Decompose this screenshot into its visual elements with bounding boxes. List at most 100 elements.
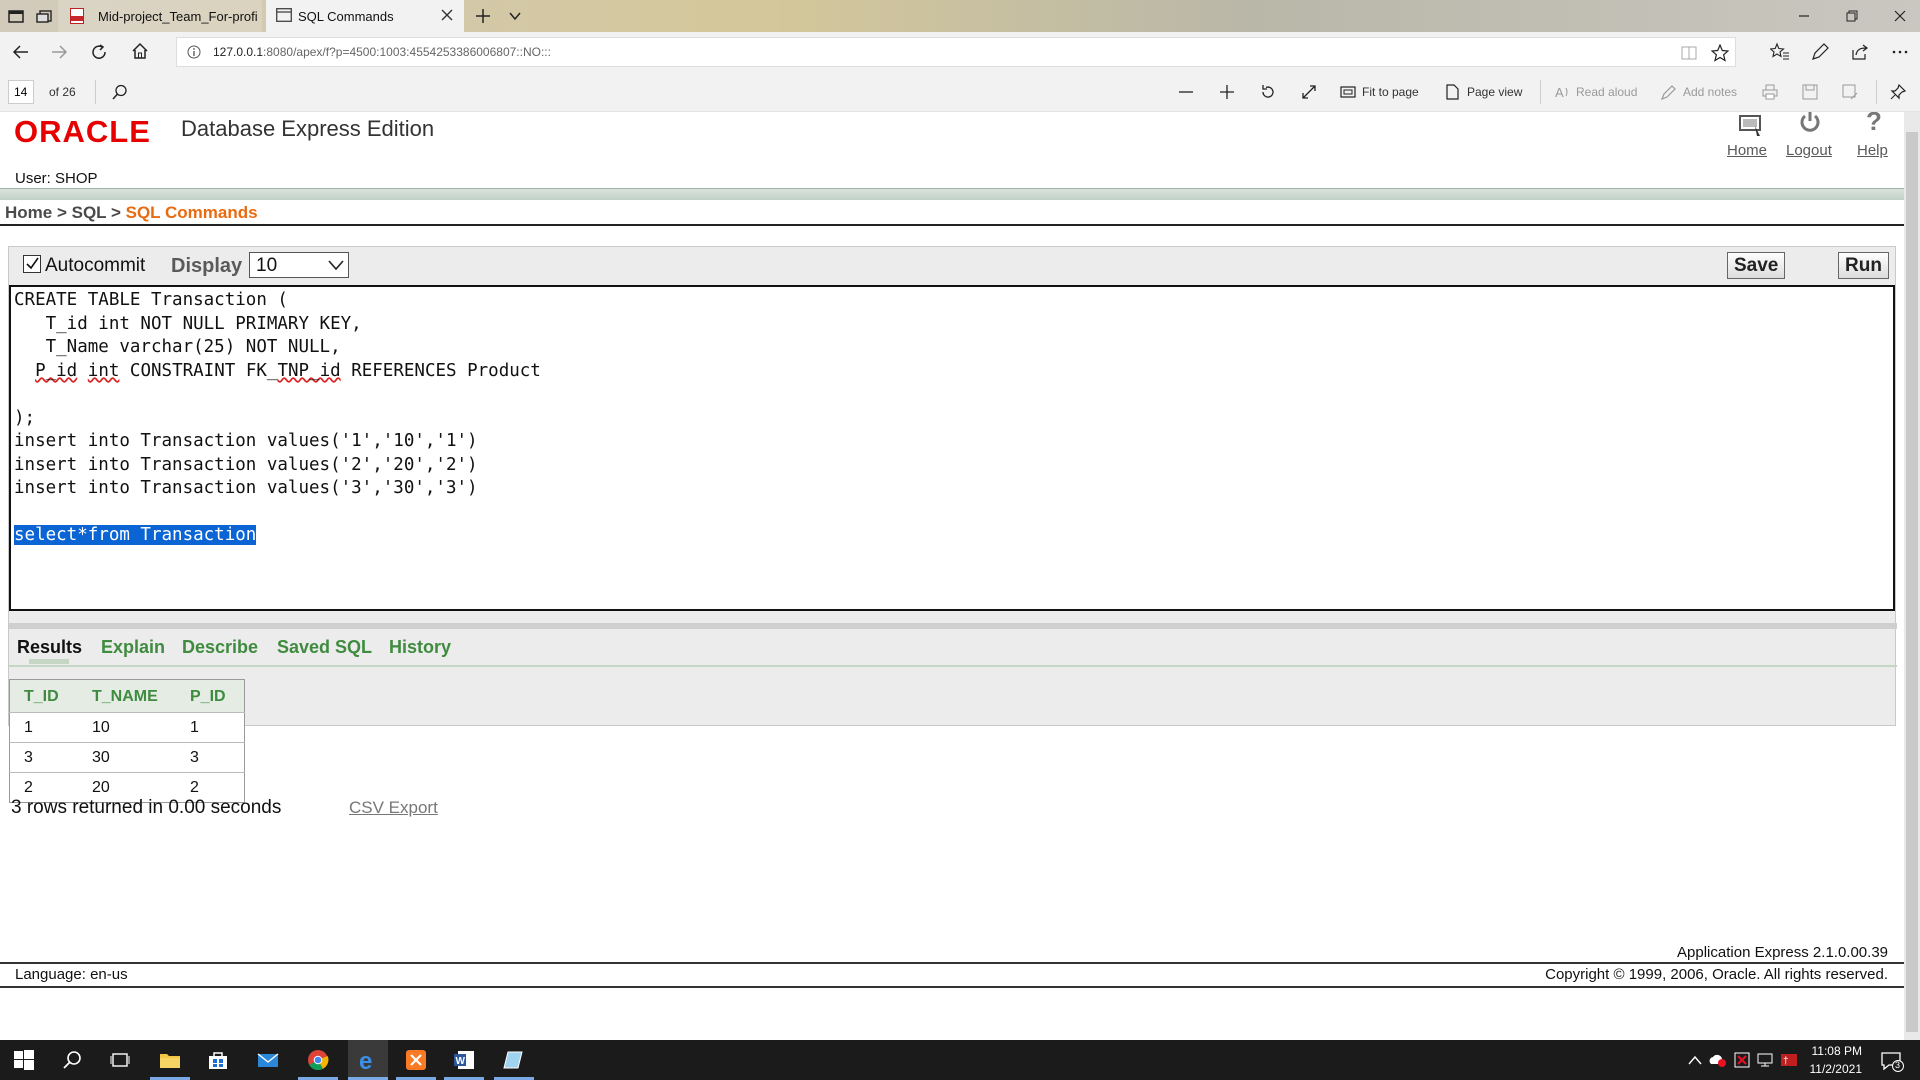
logout-power-icon[interactable] [1796, 112, 1824, 136]
breadcrumb-separator: > [52, 203, 72, 222]
chevron-up-icon[interactable] [1688, 1054, 1702, 1066]
restore-icon[interactable] [1842, 6, 1862, 26]
breadcrumb-separator: > [106, 203, 126, 222]
fit-to-page-icon[interactable] [1340, 84, 1356, 100]
notification-count: 3 [1895, 1060, 1901, 1070]
notification-center-icon[interactable]: 3 [1880, 1050, 1904, 1072]
svg-text:?: ? [1866, 112, 1882, 136]
language-label: Language: en-us [15, 966, 128, 983]
windows-start-icon[interactable] [12, 1048, 36, 1072]
word-icon[interactable]: W [452, 1048, 476, 1072]
page-number-input[interactable]: 14 [8, 80, 34, 104]
read-aloud-icon[interactable]: A [1554, 84, 1570, 100]
selected-text: select*from Transaction [14, 525, 257, 545]
new-tab-icon[interactable] [474, 7, 492, 25]
csv-export-link[interactable]: CSV Export [349, 798, 438, 818]
language-tray-icon[interactable]: † [1780, 1052, 1798, 1068]
task-view-icon[interactable] [108, 1048, 132, 1072]
svg-text:W: W [456, 1056, 466, 1067]
search-icon[interactable] [112, 84, 128, 100]
xampp-icon[interactable] [404, 1048, 428, 1072]
antivirus-icon[interactable] [1734, 1052, 1750, 1068]
tab-pdf-document[interactable]: Mid-project_Team_For-profi [58, 0, 262, 32]
run-button[interactable]: Run [1838, 252, 1889, 279]
scrollbar-thumb[interactable] [1906, 132, 1918, 1032]
tab-describe[interactable]: Describe [182, 637, 258, 658]
tab-list-chevron-icon[interactable] [508, 9, 522, 23]
logout-link[interactable]: Logout [1786, 142, 1832, 159]
save-as-icon[interactable] [1842, 84, 1858, 100]
page-view-button[interactable]: Page view [1467, 85, 1522, 99]
print-icon[interactable] [1762, 84, 1778, 100]
file-explorer-icon[interactable] [158, 1048, 182, 1072]
home-page-icon[interactable] [1735, 112, 1765, 138]
display-rows-select[interactable]: 10 [249, 252, 349, 278]
save-button[interactable]: Save [1727, 252, 1786, 279]
read-aloud-button[interactable]: Read aloud [1576, 85, 1637, 99]
share-icon[interactable] [1850, 42, 1870, 62]
add-notes-icon[interactable] [1660, 84, 1676, 100]
clock-time[interactable]: 11:08 PM [1812, 1044, 1862, 1058]
display-rows-value: 10 [256, 255, 278, 276]
tab-actions-icon[interactable] [8, 8, 24, 24]
tab-history[interactable]: History [389, 637, 451, 658]
home-icon[interactable] [131, 42, 149, 60]
minimize-icon[interactable] [1794, 6, 1814, 26]
table-cell: 3 [176, 742, 245, 773]
edge-icon[interactable]: e [356, 1048, 380, 1072]
network-icon[interactable] [1756, 1052, 1774, 1068]
page-view-icon[interactable] [1444, 84, 1460, 100]
rotate-icon[interactable] [1260, 84, 1276, 100]
active-tab-indicator [29, 659, 69, 664]
save-icon[interactable] [1802, 84, 1818, 100]
help-link[interactable]: Help [1857, 142, 1888, 159]
autocommit-checkbox[interactable] [23, 255, 41, 273]
code-line: T_id int NOT NULL PRIMARY KEY, [14, 313, 362, 334]
mail-icon[interactable] [256, 1048, 280, 1072]
tab-saved-sql[interactable]: Saved SQL [277, 637, 372, 658]
url-field[interactable]: 127.0.0.1:8080/apex/f?p=4500:1003:455425… [176, 37, 1736, 67]
set-aside-tabs-icon[interactable] [36, 8, 52, 24]
tab-sql-commands[interactable]: SQL Commands [266, 0, 464, 32]
breadcrumb-sql[interactable]: SQL [72, 203, 107, 222]
full-screen-icon[interactable] [1301, 84, 1317, 100]
page-count: of 26 [49, 85, 76, 99]
table-cell: 3 [9, 742, 78, 773]
svg-text:†: † [1783, 1056, 1789, 1067]
header-rule [0, 188, 1904, 200]
pen-icon[interactable] [1810, 42, 1830, 62]
chrome-icon[interactable] [306, 1048, 330, 1072]
reading-view-icon[interactable] [1681, 45, 1697, 61]
autocommit-label: Autocommit [45, 255, 146, 276]
forward-arrow-icon[interactable] [50, 43, 68, 61]
spellcheck-word: int [87, 360, 120, 381]
pin-toolbar-icon[interactable] [1890, 84, 1906, 100]
breadcrumb-home[interactable]: Home [5, 203, 52, 222]
favorites-icon[interactable] [1770, 42, 1790, 62]
info-icon[interactable] [187, 45, 201, 59]
svg-text:e: e [359, 1048, 372, 1072]
clock-date[interactable]: 11/2/2021 [1810, 1062, 1863, 1076]
help-question-icon[interactable]: ? [1862, 112, 1886, 136]
url-host: 127.0.0.1 [213, 45, 264, 59]
window-close-icon[interactable] [1890, 6, 1910, 26]
results-tabs-rule [9, 665, 1897, 667]
tab-explain[interactable]: Explain [101, 637, 165, 658]
search-icon[interactable] [60, 1048, 84, 1072]
onedrive-icon[interactable] [1708, 1052, 1726, 1068]
home-link[interactable]: Home [1727, 142, 1767, 159]
back-arrow-icon[interactable] [12, 43, 30, 61]
notes-app-icon[interactable] [502, 1048, 526, 1072]
fit-to-page-button[interactable]: Fit to page [1362, 85, 1419, 99]
favorite-star-icon[interactable] [1711, 44, 1729, 62]
refresh-icon[interactable] [90, 43, 108, 61]
zoom-in-icon[interactable] [1219, 84, 1235, 100]
add-notes-button[interactable]: Add notes [1683, 85, 1737, 99]
more-options-icon[interactable] [1890, 42, 1910, 62]
sql-editor-textarea[interactable]: CREATE TABLE Transaction ( T_id int NOT … [9, 285, 1895, 611]
close-tab-icon[interactable] [440, 8, 454, 22]
tab-results[interactable]: Results [17, 637, 82, 658]
store-icon[interactable] [206, 1048, 230, 1072]
zoom-out-icon[interactable] [1178, 84, 1194, 100]
